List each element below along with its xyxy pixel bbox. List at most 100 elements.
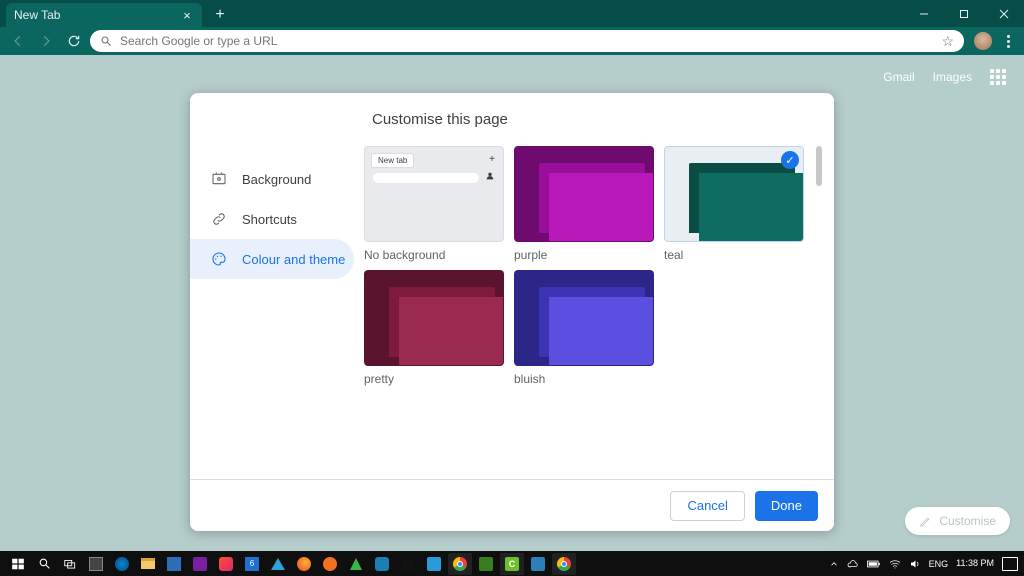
close-tab-icon[interactable]: × (180, 8, 194, 22)
dialog-sidenav: Background Shortcuts Colour and theme (190, 93, 362, 479)
theme-swatch-pretty[interactable] (364, 270, 504, 366)
sidenav-background-label: Background (242, 172, 311, 187)
swatch-layer-bottom (699, 173, 803, 241)
tray-time: 11:38 PM (956, 559, 994, 568)
customise-dialog: Background Shortcuts Colour and theme Cu… (190, 93, 834, 531)
tray-cloud-icon[interactable] (847, 559, 859, 569)
theme-swatch-teal[interactable]: ✓ (664, 146, 804, 242)
taskbar-app-green[interactable] (474, 553, 498, 575)
cancel-button[interactable]: Cancel (670, 491, 744, 521)
window-controls (904, 0, 1024, 27)
taskbar-app-arrow[interactable] (344, 553, 368, 575)
mini-avatar-icon (485, 171, 495, 181)
mini-tab-label: New tab (371, 153, 414, 168)
theme-swatch-purple[interactable] (514, 146, 654, 242)
theme-card-purple: purple (514, 146, 654, 262)
taskbar-app-ghost[interactable] (370, 553, 394, 575)
tray-notifications-icon[interactable] (1002, 557, 1018, 571)
link-icon (210, 210, 228, 228)
taskbar-app-camtasia[interactable]: C (500, 553, 524, 575)
taskbar-app-cal[interactable]: 6 (240, 553, 264, 575)
dialog-scrollbar[interactable] (816, 146, 822, 186)
theme-card-no-background: New tab + No background (364, 146, 504, 262)
sidenav-shortcuts[interactable]: Shortcuts (190, 199, 362, 239)
browser-toolbar: ☆ (0, 27, 1024, 55)
system-tray: ENG 11:38 PM (829, 557, 1018, 571)
search-taskbar-icon[interactable] (32, 553, 56, 575)
tray-chevron-up-icon[interactable] (829, 559, 839, 569)
new-tab-button[interactable]: + (208, 3, 232, 27)
tray-volume-icon[interactable] (909, 558, 921, 570)
done-button[interactable]: Done (755, 491, 818, 521)
dialog-title: Customise this page (362, 93, 826, 146)
maximize-button[interactable] (944, 0, 984, 27)
mini-body (365, 189, 503, 241)
minimize-button[interactable] (904, 0, 944, 27)
browser-tab[interactable]: New Tab × (6, 3, 202, 27)
search-icon (100, 35, 112, 47)
omnibox-input[interactable] (120, 34, 933, 48)
theme-card-teal: ✓teal (664, 146, 804, 262)
check-icon: ✓ (781, 151, 799, 169)
themes-grid: New tab + No background purple ✓teal pretty bl… (362, 146, 808, 386)
taskbar-app-store[interactable] (162, 553, 186, 575)
cancel-label: Cancel (687, 498, 727, 513)
dialog-content: Customise this page New tab + No backgroun… (362, 93, 834, 479)
sidenav-colour-label: Colour and theme (242, 252, 345, 267)
theme-label-pretty: pretty (364, 372, 504, 386)
sidenav-colour-theme[interactable]: Colour and theme (190, 239, 354, 279)
palette-icon (210, 250, 228, 268)
tray-wifi-icon[interactable] (889, 559, 901, 569)
taskbar-app-chrome[interactable] (448, 553, 472, 575)
browser-menu-button[interactable] (998, 29, 1018, 53)
back-button[interactable] (6, 29, 30, 53)
bookmark-star-icon[interactable]: ☆ (941, 33, 954, 50)
taskbar-app-firefox[interactable] (292, 553, 316, 575)
taskbar-app-snip[interactable] (188, 553, 212, 575)
omnibox[interactable]: ☆ (90, 30, 964, 52)
reload-button[interactable] (62, 29, 86, 53)
tray-clock[interactable]: 11:38 PM (956, 559, 994, 568)
taskbar-app-orange[interactable] (318, 553, 342, 575)
mini-omnibar (373, 173, 479, 183)
profile-avatar[interactable] (974, 32, 992, 50)
forward-button[interactable] (34, 29, 58, 53)
taskbar-app-tux[interactable] (396, 553, 420, 575)
images-link[interactable]: Images (933, 70, 972, 84)
swatch-layer-bottom (399, 297, 503, 365)
swatch-layer-bottom (549, 173, 653, 241)
theme-label-purple: purple (514, 248, 654, 262)
customise-pill-label: Customise (939, 514, 996, 528)
tab-title: New Tab (14, 8, 60, 22)
theme-label-bluish: bluish (514, 372, 654, 386)
taskbar-app-triangle[interactable] (266, 553, 290, 575)
theme-swatch-no-background[interactable]: New tab + (364, 146, 504, 242)
gmail-link[interactable]: Gmail (883, 70, 914, 84)
window-titlebar: New Tab × + (0, 0, 1024, 27)
customise-page-button[interactable]: Customise (905, 507, 1010, 535)
taskbar-app-1[interactable] (84, 553, 108, 575)
done-label: Done (771, 498, 802, 513)
close-window-button[interactable] (984, 0, 1024, 27)
taskbar-app-5b[interactable] (214, 553, 238, 575)
mini-plus-icon: + (489, 154, 495, 165)
new-tab-page: Gmail Images Customise Background (0, 55, 1024, 551)
theme-card-pretty: pretty (364, 270, 504, 386)
tray-language[interactable]: ENG (929, 559, 949, 569)
taskbar-app-pad[interactable] (422, 553, 446, 575)
taskbar-app-edge[interactable] (110, 553, 134, 575)
task-view-icon[interactable] (58, 553, 82, 575)
google-apps-icon[interactable] (990, 69, 1006, 85)
sidenav-background[interactable]: Background (190, 159, 362, 199)
tray-battery-icon[interactable] (867, 559, 881, 569)
taskbar-app-explorer[interactable] (136, 553, 160, 575)
page-top-links: Gmail Images (883, 69, 1006, 85)
theme-label-no-background: No background (364, 248, 504, 262)
theme-swatch-bluish[interactable] (514, 270, 654, 366)
theme-card-bluish: bluish (514, 270, 654, 386)
start-button[interactable] (6, 553, 30, 575)
taskbar-app-blue[interactable] (526, 553, 550, 575)
dialog-footer: Cancel Done (190, 479, 834, 531)
sidenav-shortcuts-label: Shortcuts (242, 212, 297, 227)
taskbar-app-chrome2[interactable] (552, 553, 576, 575)
